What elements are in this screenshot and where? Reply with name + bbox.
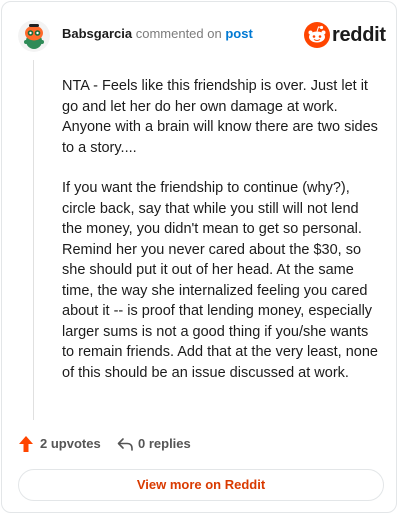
comment-verb: commented on bbox=[135, 26, 222, 41]
comment-actions: 2 upvotes 0 replies bbox=[18, 434, 378, 454]
comment-header: Babsgarcia commented on post reddit bbox=[18, 20, 386, 52]
reddit-logo-text: reddit bbox=[332, 24, 386, 46]
reddit-logo-icon bbox=[304, 22, 330, 48]
view-more-button[interactable]: View more on Reddit bbox=[18, 469, 384, 501]
upvotes-count: 2 upvotes bbox=[40, 436, 101, 451]
reddit-logo[interactable]: reddit bbox=[304, 22, 386, 48]
embedded-comment-card: Babsgarcia commented on post reddit NTA … bbox=[1, 1, 397, 513]
post-link[interactable]: post bbox=[225, 26, 252, 41]
author-name[interactable]: Babsgarcia bbox=[62, 26, 132, 41]
avatar[interactable] bbox=[18, 20, 50, 52]
reply-arrow-icon bbox=[117, 438, 133, 451]
upvote-arrow-icon bbox=[19, 436, 33, 452]
comment-meta: Babsgarcia commented on post bbox=[62, 26, 253, 42]
avatar-snoo-icon bbox=[18, 20, 50, 52]
thread-line bbox=[33, 60, 34, 420]
comment-body: NTA - Feels like this friendship is over… bbox=[62, 76, 382, 403]
replies-count: 0 replies bbox=[138, 436, 191, 451]
comment-paragraph-2: If you want the friendship to continue (… bbox=[62, 180, 378, 381]
comment-paragraph-1: NTA - Feels like this friendship is over… bbox=[62, 78, 378, 156]
